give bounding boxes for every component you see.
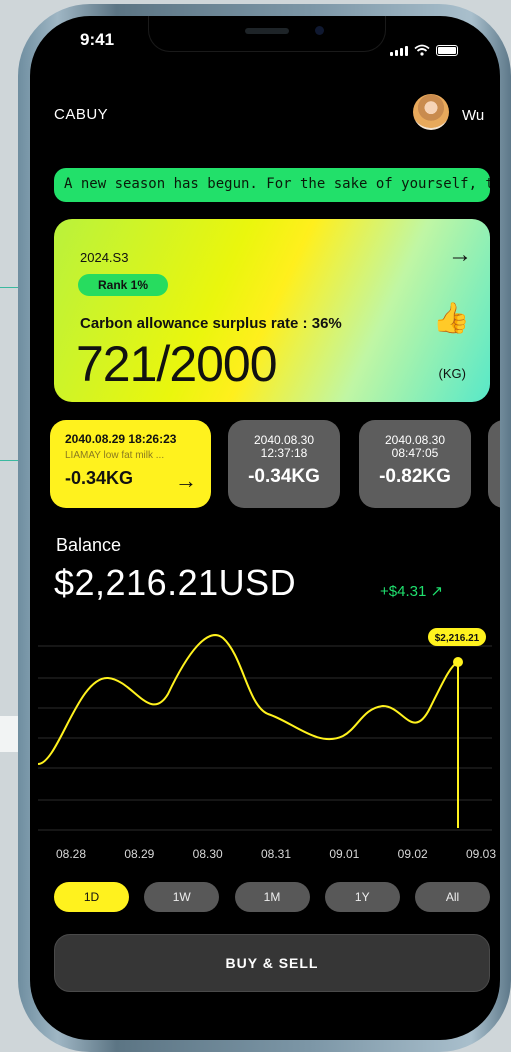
notch	[148, 16, 386, 52]
ticker-text: A new season has begun. For the sake of …	[64, 176, 490, 192]
balance-change: +$4.31 ↗	[380, 583, 444, 600]
balance-value: $2,216.21USD	[54, 562, 297, 603]
wifi-icon	[414, 44, 430, 56]
rank-badge: Rank 1%	[78, 274, 168, 296]
arrow-right-icon[interactable]: →	[448, 241, 472, 269]
battery-icon	[436, 45, 458, 56]
chart-tooltip-text: $2,216.21	[435, 633, 480, 644]
signal-icon	[390, 46, 408, 56]
transaction-amount: -0.82KG	[379, 466, 451, 487]
x-tick-label: 09.01	[329, 847, 360, 861]
phone-screen: 9:41 CABUY Wu A new season has begun. Fo…	[30, 16, 500, 1040]
balance-line	[37, 634, 459, 765]
buy-sell-button[interactable]: BUY & SELL	[54, 934, 490, 992]
transaction-amount: -0.34KG	[248, 466, 320, 487]
transaction-card[interactable]: 2040.08.30 12:37:18 -0.34KG	[228, 420, 340, 508]
transaction-card[interactable]: 2040.08.30 08:47:05 -0.82KG	[359, 420, 471, 508]
front-camera	[315, 26, 324, 35]
transaction-description: LIAMAY low fat milk ...	[65, 450, 165, 461]
time-range-selector: 1D 1W 1M 1Y All	[54, 882, 490, 912]
speaker	[245, 28, 289, 34]
app-name: CABUY	[54, 106, 109, 123]
x-tick-label: 09.03	[465, 847, 496, 861]
balance-label: Balance	[56, 535, 122, 555]
allowance-unit: (KG)	[438, 366, 466, 381]
avatar[interactable]	[413, 94, 449, 130]
transaction-card-partial[interactable]	[488, 420, 500, 508]
surplus-rate: Carbon allowance surplus rate : 36%	[80, 315, 342, 332]
rank-card[interactable]: 2024.S3 → Rank 1% Carbon allowance surpl…	[54, 219, 490, 402]
x-tick-label: 08.30	[192, 847, 223, 861]
allowance-value: 721/2000	[76, 336, 278, 392]
x-tick-label: 09.02	[397, 847, 428, 861]
status-icons	[390, 44, 458, 56]
range-button-1m[interactable]: 1M	[234, 882, 310, 912]
range-button-1d[interactable]: 1D	[54, 882, 129, 912]
transaction-date: 2040.08.29 18:26:23	[65, 432, 177, 446]
range-button-all[interactable]: All	[415, 882, 490, 912]
season-label: 2024.S3	[80, 250, 129, 265]
transaction-time: 12:37:18	[260, 446, 308, 460]
x-tick-label: 08.29	[124, 847, 155, 861]
x-tick-label: 08.28	[56, 847, 87, 861]
cursor-point[interactable]	[453, 657, 463, 667]
status-time: 9:41	[80, 30, 115, 49]
announcement-ticker: A new season has begun. For the sake of …	[54, 168, 490, 202]
transaction-time: 08:47:05	[391, 446, 439, 460]
arrow-right-icon[interactable]: →	[175, 468, 197, 494]
x-tick-label: 08.31	[260, 847, 292, 861]
chart-x-axis: 08.28 08.29 08.30 08.31 09.01 09.02 09.0…	[56, 847, 496, 861]
range-button-1w[interactable]: 1W	[144, 882, 220, 912]
balance-chart: $2,216.21	[37, 628, 492, 831]
thumbs-up-icon: 👍	[432, 302, 470, 335]
transaction-card[interactable]: 2040.08.29 18:26:23 LIAMAY low fat milk …	[50, 420, 211, 508]
user-name[interactable]: Wu	[462, 107, 484, 124]
range-button-1y[interactable]: 1Y	[324, 882, 400, 912]
chart-grid	[38, 645, 492, 831]
